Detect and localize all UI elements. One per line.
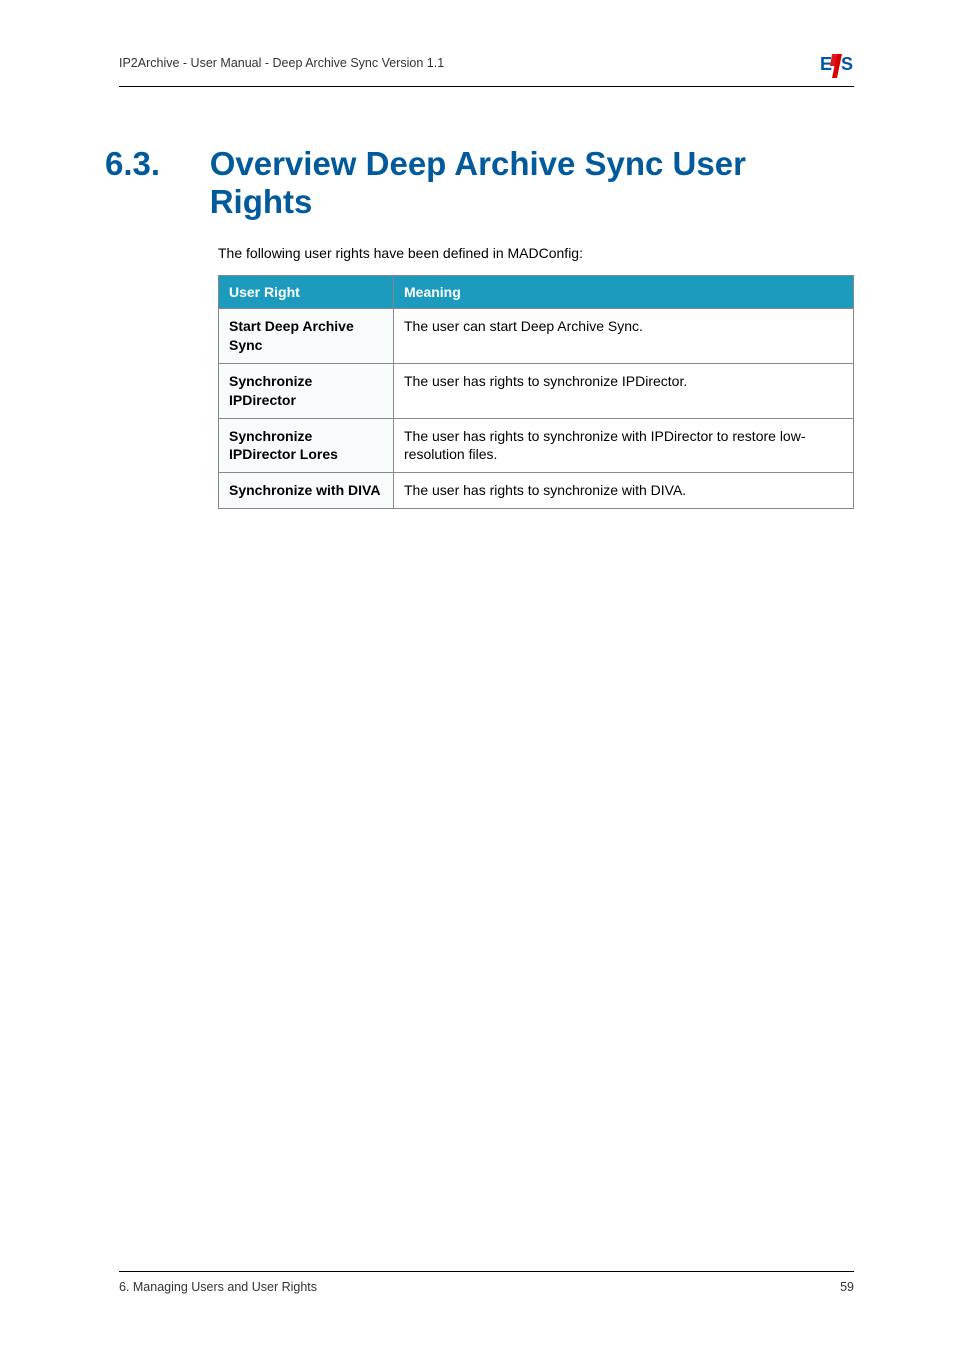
- cell-user-right: Start Deep Archive Sync: [219, 309, 394, 364]
- footer-chapter: 6. Managing Users and User Rights: [119, 1280, 317, 1294]
- table-row: Synchronize IPDirector The user has righ…: [219, 363, 854, 418]
- footer-page-number: 59: [840, 1280, 854, 1294]
- cell-user-right: Synchronize with DIVA: [219, 473, 394, 509]
- cell-meaning: The user has rights to synchronize with …: [394, 473, 854, 509]
- header-divider: [119, 86, 854, 87]
- col-header-meaning: Meaning: [394, 276, 854, 309]
- section-heading: 6.3. Overview Deep Archive Sync User Rig…: [100, 145, 854, 221]
- svg-text:S: S: [841, 54, 853, 74]
- header-text: IP2Archive - User Manual - Deep Archive …: [119, 52, 444, 70]
- cell-user-right: Synchronize IPDirector: [219, 363, 394, 418]
- section-title: Overview Deep Archive Sync User Rights: [210, 145, 854, 221]
- cell-user-right: Synchronize IPDirector Lores: [219, 418, 394, 473]
- user-rights-table: User Right Meaning Start Deep Archive Sy…: [218, 275, 854, 509]
- evs-logo-icon: E S: [820, 52, 854, 80]
- cell-meaning: The user can start Deep Archive Sync.: [394, 309, 854, 364]
- table-row: Synchronize with DIVA The user has right…: [219, 473, 854, 509]
- cell-meaning: The user has rights to synchronize IPDir…: [394, 363, 854, 418]
- intro-paragraph: The following user rights have been defi…: [218, 245, 854, 261]
- footer-divider: [119, 1271, 854, 1272]
- table-row: Synchronize IPDirector Lores The user ha…: [219, 418, 854, 473]
- table-row: Start Deep Archive Sync The user can sta…: [219, 309, 854, 364]
- section-number: 6.3.: [105, 145, 160, 183]
- page-footer: 6. Managing Users and User Rights 59: [119, 1271, 854, 1294]
- cell-meaning: The user has rights to synchronize with …: [394, 418, 854, 473]
- col-header-user-right: User Right: [219, 276, 394, 309]
- svg-text:E: E: [820, 54, 832, 74]
- page-header: IP2Archive - User Manual - Deep Archive …: [100, 52, 854, 80]
- table-header-row: User Right Meaning: [219, 276, 854, 309]
